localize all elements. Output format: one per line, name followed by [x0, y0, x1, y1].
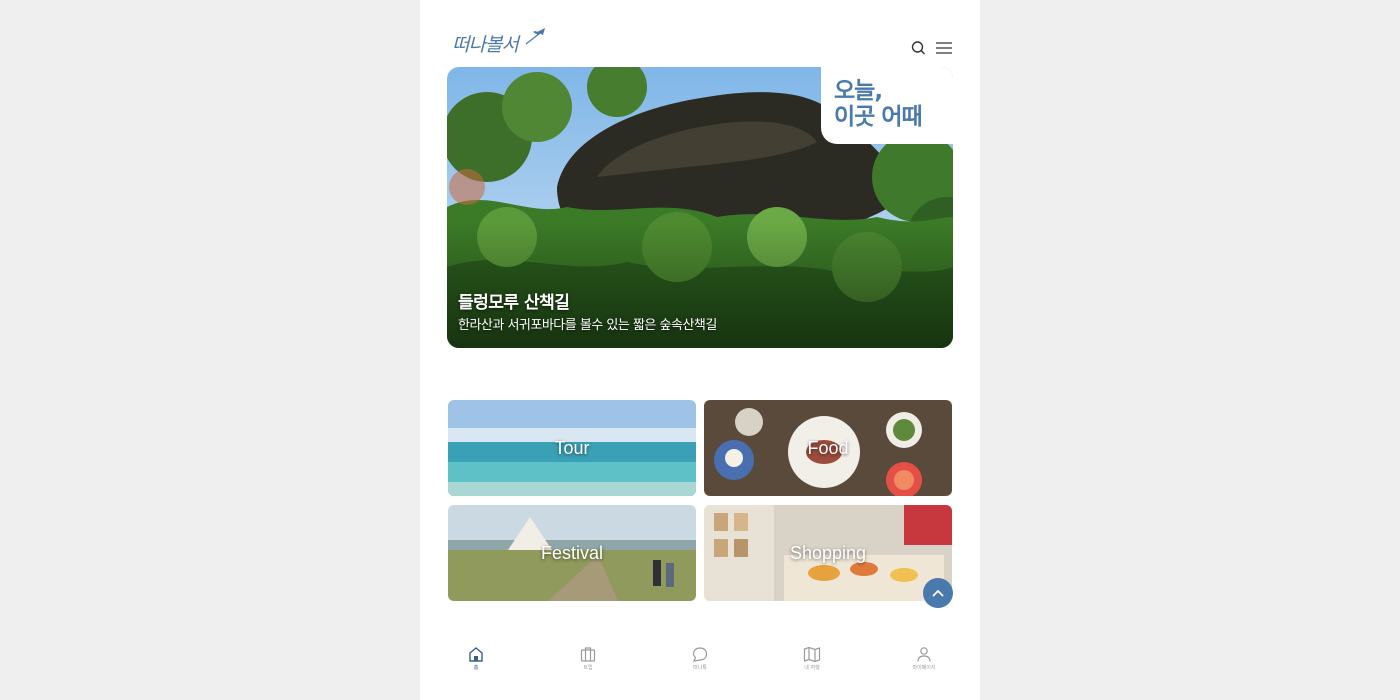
nav-home[interactable]: 홈: [446, 646, 506, 676]
nav-my-page[interactable]: 마이페이지: [894, 646, 954, 676]
suitcase-icon: [580, 647, 596, 662]
featured-place-title: 들렁모루 산책길: [458, 293, 570, 313]
category-tile-tour[interactable]: Tour: [448, 400, 696, 496]
home-icon: [469, 647, 483, 662]
category-label-tour: Tour: [554, 437, 590, 458]
hamburger-menu-icon[interactable]: [935, 40, 953, 56]
category-tile-festival[interactable]: Festival: [448, 505, 696, 601]
category-label-food: Food: [807, 437, 849, 458]
chat-bubble-icon: [692, 647, 708, 662]
nav-talk[interactable]: 떠나톡: [670, 646, 730, 676]
category-tile-food[interactable]: Food: [704, 400, 952, 496]
category-label-festival: Festival: [540, 542, 603, 563]
nav-trip-label: 트립: [583, 665, 593, 671]
app-screen: 떠나볼서 들렁모루 산책길 한라산과 서귀포바다를 볼수 있는 짧은 숲속산책길…: [420, 0, 980, 700]
featured-place-description: 한라산과 서귀포바다를 볼수 있는 짧은 숲속산책길: [458, 318, 717, 333]
hero-tagline: 오늘, 이곳 어때: [834, 78, 923, 130]
category-label-shopping: Shopping: [789, 542, 867, 563]
nav-home-label: 홈: [473, 665, 479, 671]
chevron-up-icon: [932, 589, 944, 597]
app-logo[interactable]: 떠나볼서: [452, 26, 548, 56]
scroll-to-top-button[interactable]: [923, 578, 953, 608]
logo-text: 떠나볼서: [452, 34, 519, 56]
user-icon: [917, 647, 931, 662]
hero-tagline-line1: 오늘,: [834, 78, 883, 104]
nav-talk-label: 떠나톡: [693, 665, 707, 671]
category-tile-shopping[interactable]: Shopping: [704, 505, 952, 601]
airplane-icon: [525, 28, 545, 45]
nav-trip[interactable]: 트립: [558, 646, 618, 676]
hero-tagline-line2: 이곳 어때: [834, 104, 923, 130]
search-icon[interactable]: [910, 40, 928, 56]
map-icon: [803, 646, 821, 663]
nav-my-page-label: 마이페이지: [912, 665, 936, 671]
nav-my-trip[interactable]: 내 여행: [782, 646, 842, 676]
nav-my-trip-label: 내 여행: [804, 665, 820, 671]
